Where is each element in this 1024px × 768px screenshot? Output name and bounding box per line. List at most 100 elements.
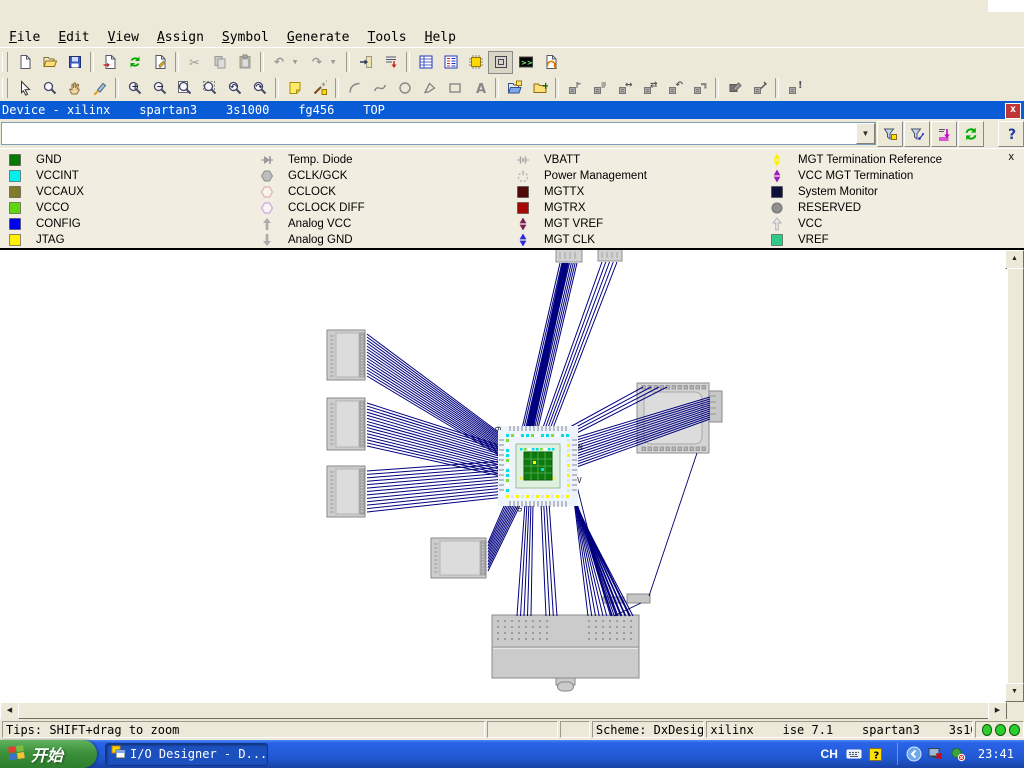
probe-button[interactable] (87, 77, 112, 100)
sort-apply-button[interactable] (931, 121, 957, 147)
new-button[interactable] (12, 51, 37, 74)
menu-edit[interactable]: Edit (49, 29, 98, 46)
scroll-down-icon[interactable]: ▼ (1005, 683, 1024, 702)
menu-view[interactable]: View (99, 29, 148, 46)
folder-open2-button[interactable] (502, 77, 527, 100)
view-next-button[interactable]: ↷ (247, 77, 272, 100)
menu-tools[interactable]: Tools (359, 29, 416, 46)
legend-label: MGT Termination Reference (798, 154, 942, 166)
menu-generate[interactable]: Generate (278, 29, 359, 46)
status-leds (975, 721, 1024, 738)
tray-chevron-icon[interactable] (906, 746, 922, 762)
help-button[interactable]: ? (998, 121, 1024, 147)
zoom-area-button[interactable] (197, 77, 222, 100)
status-device: xilinx ise 7.1 spartan3 3s1000 fg456 (706, 721, 972, 738)
device-bar-close-button[interactable]: x (1005, 103, 1021, 119)
chip-yellow-button[interactable] (463, 51, 488, 74)
horizontal-scroll-thumb[interactable] (18, 702, 989, 719)
goto-sheet-button[interactable] (353, 51, 378, 74)
combo-dropdown-icon[interactable]: ▼ (856, 123, 875, 144)
svg-text:+: + (131, 83, 139, 93)
legend-item-cclock-diff: CCLOCK DIFF (260, 200, 365, 216)
toolbar-separator (90, 52, 94, 72)
note-button[interactable] (282, 77, 307, 100)
legend-item-vccaux: VCCAUX (8, 184, 84, 200)
select-button[interactable] (12, 77, 37, 100)
keyboard-icon[interactable] (846, 746, 862, 762)
pin-list-button[interactable] (587, 77, 612, 100)
wizard-button[interactable]: ✶· (307, 77, 332, 100)
start-button[interactable]: 开始 (0, 740, 97, 768)
horizontal-scrollbar[interactable]: ◀ ▶ (0, 702, 1007, 719)
legend-item-jtag: JTAG (8, 232, 84, 248)
arc-button[interactable] (342, 77, 367, 100)
pin-flag-button[interactable] (562, 77, 587, 100)
pin-corner-button[interactable] (687, 77, 712, 100)
list-view-button[interactable] (438, 51, 463, 74)
windows-logo-icon (8, 744, 26, 765)
pin-join-button[interactable]: ⇄ (637, 77, 662, 100)
folder-add-button[interactable]: + (527, 77, 552, 100)
view-prev-button[interactable]: ↶ (222, 77, 247, 100)
legend-close-button[interactable]: x (1009, 151, 1015, 163)
polygon-button[interactable] (417, 77, 442, 100)
legend-label: System Monitor (798, 186, 878, 198)
legend-label: Power Management (544, 170, 647, 182)
svg-text:↶: ↶ (229, 83, 237, 92)
filter-combobox[interactable]: ▼ (1, 122, 876, 145)
pin-swap-button[interactable]: ↔ (612, 77, 637, 100)
drop-button[interactable]: ▾ (330, 51, 343, 74)
cut-button[interactable]: ✂ (182, 51, 207, 74)
toolbar-grip[interactable] (2, 78, 8, 98)
zoom-in-button[interactable]: + (122, 77, 147, 100)
pin-undo-button[interactable]: ↶ (662, 77, 687, 100)
menu-assign[interactable]: Assign (148, 29, 213, 46)
menu-help[interactable]: Help (416, 29, 465, 46)
ime-help-icon[interactable]: ? (868, 747, 883, 762)
svg-text:V: V (577, 476, 582, 485)
save-button[interactable] (62, 51, 87, 74)
paste-button[interactable] (232, 51, 257, 74)
copy-button[interactable] (207, 51, 232, 74)
rect-shape-button[interactable] (442, 77, 467, 100)
menu-file[interactable]: File (0, 29, 49, 46)
update-sym-button[interactable] (538, 51, 563, 74)
undo-button[interactable]: ↶ (267, 51, 292, 74)
zoom-out-button[interactable]: − (147, 77, 172, 100)
refresh-button[interactable] (958, 121, 984, 147)
spline-button[interactable] (367, 77, 392, 100)
scroll-up-icon[interactable]: ▲ (1005, 250, 1024, 269)
tray-status-icon[interactable] (950, 746, 966, 762)
vertical-scroll-thumb[interactable] (1007, 268, 1024, 684)
pin-tool-button[interactable] (747, 77, 772, 100)
page-out-button[interactable] (97, 51, 122, 74)
circle-button[interactable] (392, 77, 417, 100)
tray-display-error-icon[interactable] (928, 746, 944, 762)
toolbar-grip[interactable] (2, 52, 8, 72)
legend-label: MGT CLK (544, 234, 595, 246)
open-button[interactable] (37, 51, 62, 74)
schematic-drawing: 9NVd (0, 250, 1007, 702)
drop-button[interactable]: ▾ (292, 51, 305, 74)
list-down-button[interactable] (378, 51, 403, 74)
redo-button[interactable]: ↷ (305, 51, 330, 74)
pan-button[interactable] (62, 77, 87, 100)
design-canvas[interactable]: 9NVd (0, 250, 1007, 702)
die-view-button[interactable] (488, 51, 513, 74)
pin-warn-button[interactable]: ! (782, 77, 807, 100)
taskbar-task-button[interactable]: I/O Designer - D... (105, 743, 268, 766)
filter-button[interactable] (877, 121, 903, 147)
table-view-button[interactable] (413, 51, 438, 74)
pin-dark-button[interactable] (722, 77, 747, 100)
menu-symbol[interactable]: Symbol (213, 29, 278, 46)
sync-button[interactable] (122, 51, 147, 74)
language-indicator[interactable]: CH (821, 747, 838, 761)
console-button[interactable]: >> (513, 51, 538, 74)
zoom-page-button[interactable] (172, 77, 197, 100)
filter-input[interactable] (3, 124, 863, 143)
vertical-scrollbar[interactable]: ▲ ▼ (1007, 250, 1024, 702)
zoom-button[interactable] (37, 77, 62, 100)
text-a-button[interactable]: A (467, 77, 492, 100)
page-props-button[interactable] (147, 51, 172, 74)
filter-net-button[interactable] (904, 121, 930, 147)
